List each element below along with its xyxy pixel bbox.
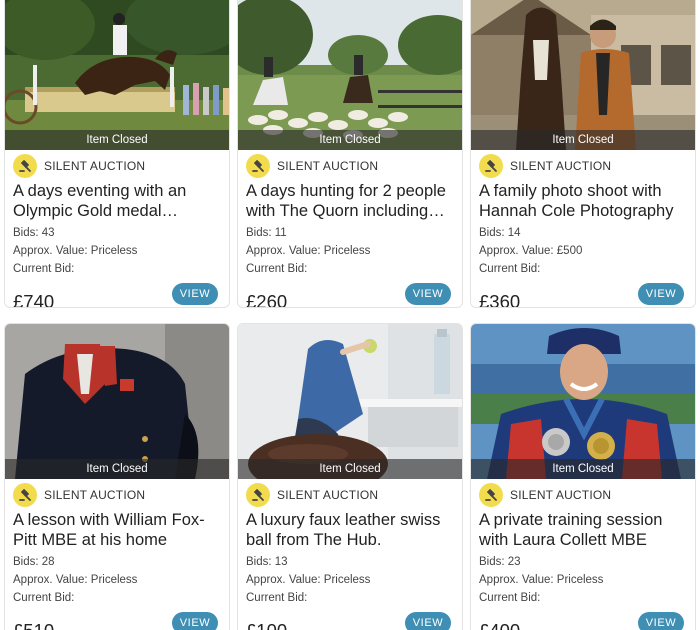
auction-type-label: SILENT AUCTION <box>277 488 379 502</box>
lot-image[interactable]: Item Closed <box>5 324 229 479</box>
lot-title[interactable]: A days hunting for 2 people with The Quo… <box>246 181 454 221</box>
auction-type-label: SILENT AUCTION <box>277 159 379 173</box>
view-button[interactable]: VIEW <box>405 283 451 305</box>
view-button[interactable]: VIEW <box>405 612 451 630</box>
lot-title[interactable]: A family photo shoot with Hannah Cole Ph… <box>479 181 687 221</box>
current-bid-label: Current Bid: <box>13 263 75 275</box>
auction-card[interactable]: Item Closed SILENT AUCTION A days huntin… <box>237 0 463 308</box>
gavel-icon <box>13 154 37 178</box>
lot-image[interactable]: Item Closed <box>471 0 695 150</box>
gavel-icon <box>479 483 503 507</box>
hunt-hounds-photo <box>238 0 462 150</box>
auction-type-label: SILENT AUCTION <box>510 159 612 173</box>
bids-count: Bids: 23 <box>479 556 521 568</box>
view-button[interactable]: VIEW <box>638 283 684 305</box>
view-button[interactable]: VIEW <box>172 612 218 630</box>
item-closed-label: Item Closed <box>238 459 462 479</box>
auction-type-label: SILENT AUCTION <box>510 488 612 502</box>
auction-type-label: SILENT AUCTION <box>44 159 146 173</box>
current-bid-price: £360 <box>479 291 521 308</box>
current-bid-price: £400 <box>479 620 520 630</box>
approx-value: Approx. Value: Priceless <box>246 245 371 257</box>
current-bid-label: Current Bid: <box>246 263 308 275</box>
current-bid-label: Current Bid: <box>479 592 541 604</box>
rider-medals-photo <box>471 324 695 479</box>
approx-value: Approx. Value: £500 <box>479 245 583 257</box>
approx-value: Approx. Value: Priceless <box>479 574 604 586</box>
lot-image[interactable]: Item Closed <box>471 324 695 479</box>
item-closed-label: Item Closed <box>5 130 229 150</box>
gavel-icon <box>479 154 503 178</box>
current-bid-label: Current Bid: <box>246 592 308 604</box>
current-bid-price: £260 <box>246 291 288 308</box>
gavel-icon <box>246 483 270 507</box>
horse-jump-photo <box>5 0 229 150</box>
gavel-icon <box>246 154 270 178</box>
bids-count: Bids: 14 <box>479 227 521 239</box>
lot-title[interactable]: A lesson with William Fox-Pitt MBE at hi… <box>13 510 221 550</box>
bids-count: Bids: 11 <box>246 227 287 239</box>
current-bid-price: £510 <box>13 620 54 630</box>
item-closed-label: Item Closed <box>471 459 695 479</box>
auction-card[interactable]: Item Closed SILENT AUCTION A family phot… <box>470 0 696 308</box>
auction-card[interactable]: Item Closed SILENT AUCTION A days eventi… <box>4 0 230 308</box>
bids-count: Bids: 13 <box>246 556 288 568</box>
man-with-horse-photo <box>471 0 695 150</box>
item-closed-label: Item Closed <box>5 459 229 479</box>
lot-image[interactable]: Item Closed <box>238 324 462 479</box>
swiss-ball-desk-photo <box>238 324 462 479</box>
bids-count: Bids: 28 <box>13 556 55 568</box>
current-bid-price: £100 <box>246 620 287 630</box>
item-closed-label: Item Closed <box>471 130 695 150</box>
approx-value: Approx. Value: Priceless <box>13 245 138 257</box>
lot-title[interactable]: A private training session with Laura Co… <box>479 510 687 550</box>
bids-count: Bids: 43 <box>13 227 55 239</box>
current-bid-label: Current Bid: <box>13 592 75 604</box>
rider-jacket-photo <box>5 324 229 479</box>
view-button[interactable]: VIEW <box>638 612 684 630</box>
lot-image[interactable]: Item Closed <box>5 0 229 150</box>
auction-card[interactable]: Item Closed SILENT AUCTION A lesson with… <box>4 323 230 630</box>
lot-title[interactable]: A days eventing with an Olympic Gold med… <box>13 181 221 221</box>
auction-card[interactable]: Item Closed SILENT AUCTION A luxury faux… <box>237 323 463 630</box>
item-closed-label: Item Closed <box>238 130 462 150</box>
auction-card[interactable]: Item Closed SILENT AUCTION A private tra… <box>470 323 696 630</box>
gavel-icon <box>13 483 37 507</box>
approx-value: Approx. Value: Priceless <box>246 574 371 586</box>
current-bid-price: £740 <box>13 291 55 308</box>
current-bid-label: Current Bid: <box>479 263 541 275</box>
auction-type-label: SILENT AUCTION <box>44 488 146 502</box>
lot-title[interactable]: A luxury faux leather swiss ball from Th… <box>246 510 454 550</box>
approx-value: Approx. Value: Priceless <box>13 574 138 586</box>
view-button[interactable]: VIEW <box>172 283 218 305</box>
lot-image[interactable]: Item Closed <box>238 0 462 150</box>
